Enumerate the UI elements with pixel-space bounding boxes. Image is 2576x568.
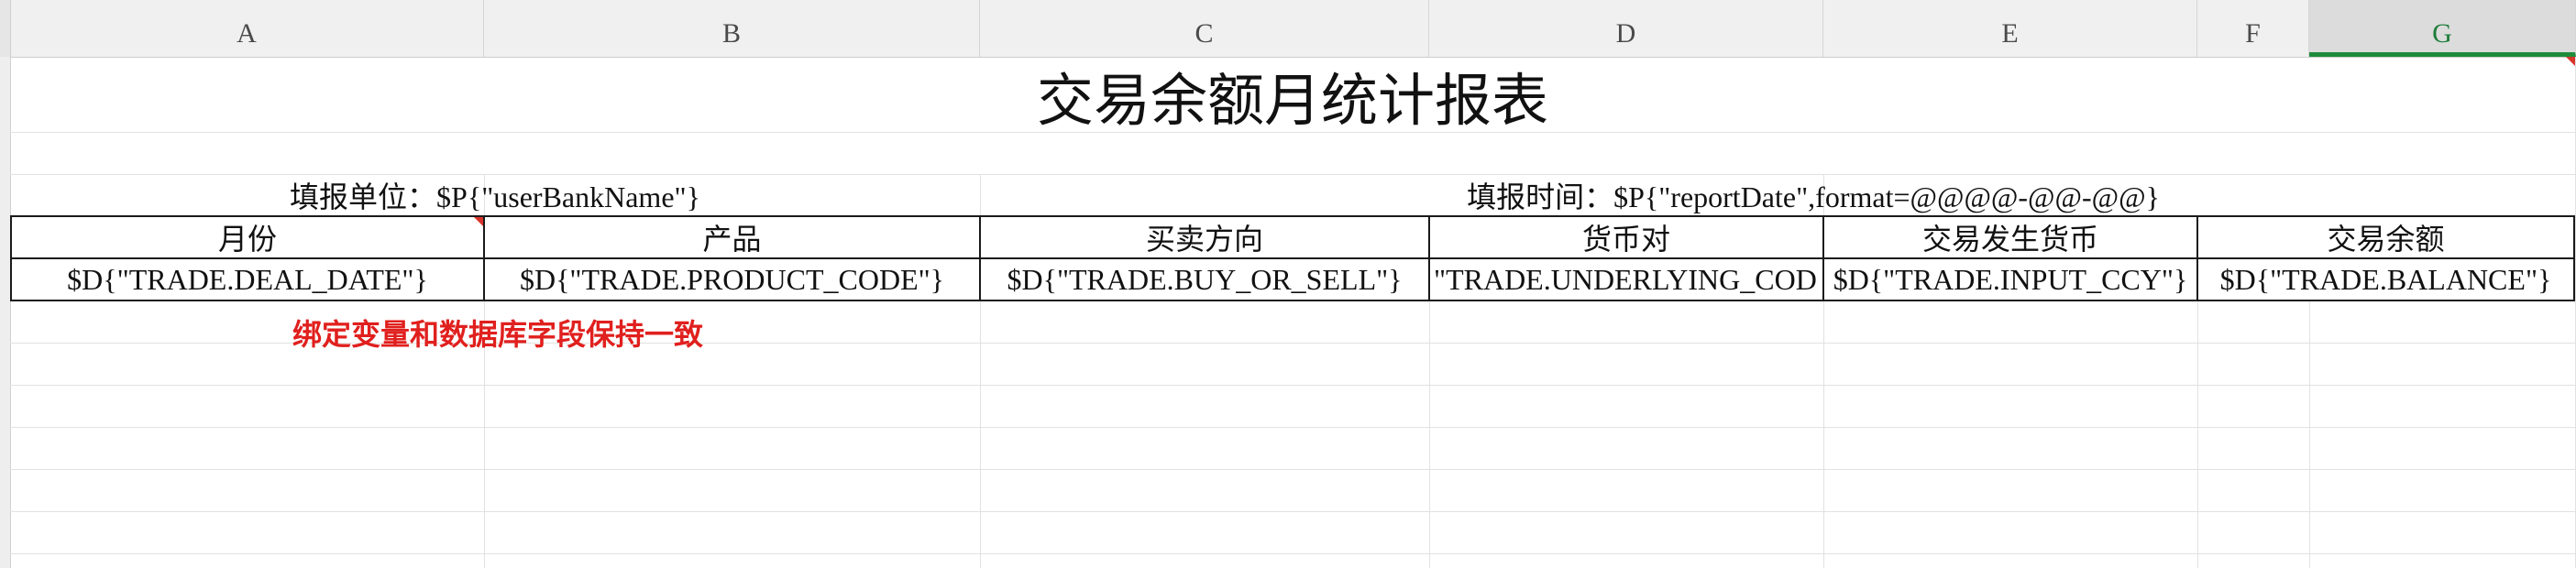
column-header-a[interactable]: A [10,0,484,57]
gridline [10,132,2576,133]
fill-time-cell[interactable]: 填报时间：$P{"reportDate",format=@@@@-@@-@@} [1429,174,2197,215]
comment-indicator[interactable] [2566,57,2575,66]
header-cell-trade-currency[interactable]: 交易发生货币 [1824,217,2196,257]
note-text[interactable]: 绑定变量和数据库字段保持一致 [292,311,934,354]
comment-indicator[interactable] [474,217,483,226]
report-title[interactable]: 交易余额月统计报表 [10,59,2575,132]
header-cell-direction[interactable]: 买卖方向 [981,217,1428,257]
header-cell-currency-pair[interactable]: 货币对 [1430,217,1822,257]
gridline [10,511,2576,512]
fill-unit-cell[interactable]: 填报单位：$P{"userBankName"} [10,174,980,215]
gridline [10,427,2576,428]
gridline [2197,300,2198,568]
gridline [10,385,2576,386]
table-border [10,300,2575,301]
column-header-e[interactable]: E [1823,0,2197,57]
gridline [2309,300,2310,568]
data-cell-underlying-code[interactable]: "TRADE.UNDERLYING_COD [1430,259,1822,300]
gridline [10,469,2576,470]
column-header-b[interactable]: B [484,0,980,57]
column-header-f[interactable]: F [2197,0,2309,57]
column-header-c[interactable]: C [980,0,1429,57]
column-header-d[interactable]: D [1429,0,1823,57]
data-cell-balance[interactable]: $D{"TRADE.BALANCE"} [2198,259,2573,300]
gridline [980,300,981,568]
data-cell-deal-date[interactable]: $D{"TRADE.DEAL_DATE"} [12,259,483,300]
row-header-gutter[interactable] [0,57,11,568]
gridline [1823,300,1824,568]
gridline [980,174,981,216]
gridline [10,553,2576,554]
column-header-g[interactable]: G [2309,0,2576,57]
data-cell-input-ccy[interactable]: $D{"TRADE.INPUT_CCY"} [1824,259,2196,300]
spreadsheet[interactable]: A B C D E F G 交易余额月统计报表 填报单位：$P{"userBan… [0,0,2576,568]
table-border [2573,215,2575,301]
data-cell-buy-or-sell[interactable]: $D{"TRADE.BUY_OR_SELL"} [981,259,1428,300]
header-cell-balance[interactable]: 交易余额 [2198,217,2573,257]
gridline [1429,300,1430,568]
header-cell-product[interactable]: 产品 [485,217,979,257]
data-cell-product-code[interactable]: $D{"TRADE.PRODUCT_CODE"} [485,259,979,300]
header-cell-month[interactable]: 月份 [12,217,483,257]
